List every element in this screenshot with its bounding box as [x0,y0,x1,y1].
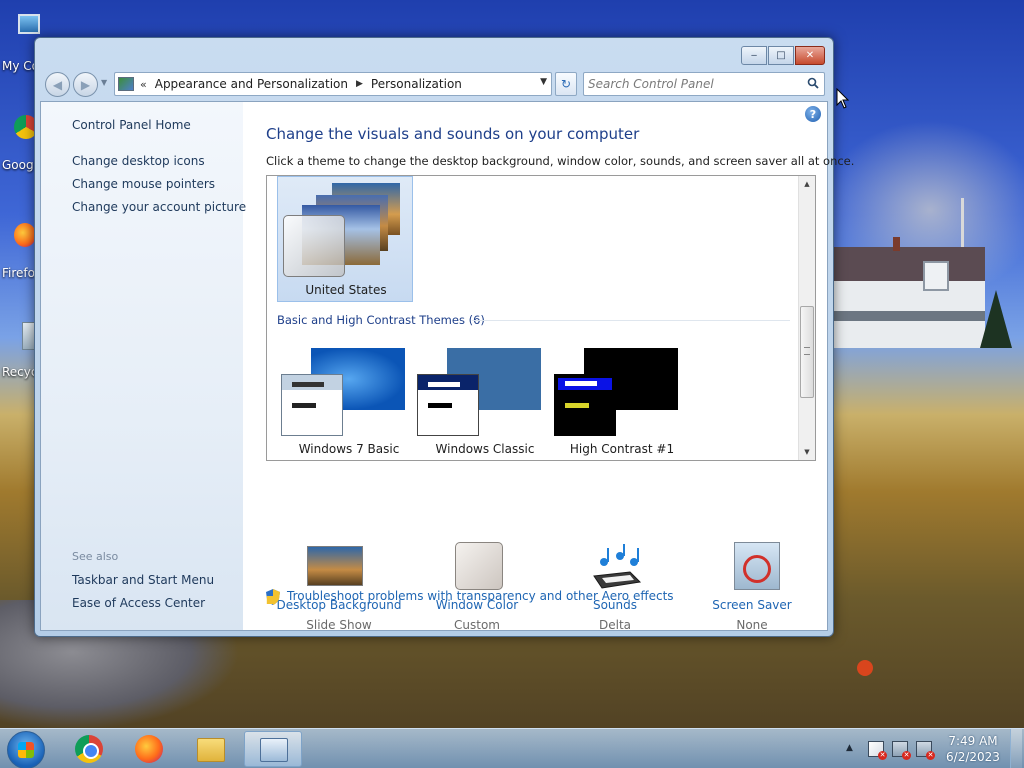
back-arrow-icon: ◀ [52,77,63,92]
sounds-icon[interactable] [590,542,644,592]
address-dropdown-icon[interactable]: ▼ [540,77,547,87]
forward-arrow-icon: ▶ [80,77,91,92]
setting-desktop-background[interactable]: Desktop Background Slide Show [269,542,409,632]
sidebar-change-account-picture[interactable]: Change your account picture [72,200,246,214]
chrome-icon [75,735,103,763]
taskbar-chrome[interactable] [60,731,118,767]
section-divider [472,320,790,321]
setting-value: Custom [454,618,500,632]
scrollbar-thumb[interactable] [800,306,814,398]
sidebar: Control Panel Home Change desktop icons … [41,102,246,630]
screen-saver-icon[interactable] [734,542,780,590]
back-button[interactable]: ◀ [45,72,70,97]
theme-windows-7-basic[interactable]: Windows 7 Basic [281,348,417,460]
window-preview-icon [554,374,616,436]
maximize-button[interactable]: □ [768,46,794,65]
personalization-window: ‒ □ ✕ ◀ ▶ ▼ « Appearance and Personaliza… [34,37,854,637]
setting-sounds[interactable]: Sounds Delta [545,542,685,632]
window-preview-icon [281,374,343,436]
glass-color-icon [283,215,345,277]
caption-buttons: ‒ □ ✕ [740,46,825,65]
sidebar-taskbar-start-menu[interactable]: Taskbar and Start Menu [72,573,214,587]
theme-windows-classic[interactable]: Windows Classic [417,348,553,460]
theme-label: High Contrast #1 [569,442,675,456]
search-icon[interactable] [807,77,819,89]
file-explorer-icon [197,738,225,762]
start-button[interactable] [7,731,45,768]
recent-pages-dropdown[interactable]: ▼ [101,78,107,87]
theme-label: Windows Classic [435,442,535,456]
theme-high-contrast-1[interactable]: High Contrast #1 [554,348,690,460]
forward-button[interactable]: ▶ [73,72,98,97]
theme-list: United States Basic and High Contrast Th… [266,175,816,461]
sidebar-change-desktop-icons[interactable]: Change desktop icons [72,154,205,168]
breadcrumb-appearance[interactable]: Appearance and Personalization [155,77,348,91]
taskbar: ▲ ✕ ✕ ✕ 7:49 AM 6/2/2023 [0,728,1024,768]
wallpaper-house [833,237,985,348]
breadcrumb-separator-icon[interactable]: ▶ [356,79,363,89]
system-tray: ▲ ✕ ✕ ✕ 7:49 AM 6/2/2023 [842,729,1022,768]
taskbar-control-panel[interactable] [244,731,302,767]
address-chevrons[interactable]: « [140,78,147,91]
show-desktop-button[interactable] [1010,729,1022,768]
control-panel-icon [118,77,134,91]
basic-themes-heading[interactable]: Basic and High Contrast Themes (6) [277,313,485,327]
theme-label: United States [305,283,387,297]
clock-time: 7:49 AM [948,734,998,748]
scroll-down-icon[interactable]: ▼ [799,444,815,460]
sidebar-ease-of-access[interactable]: Ease of Access Center [72,596,205,610]
see-also-heading: See also [72,550,119,563]
taskbar-firefox[interactable] [120,731,178,767]
theme-label: Windows 7 Basic [298,442,400,456]
search-input[interactable] [588,76,798,92]
theme-united-states[interactable]: United States [277,176,413,302]
content-area: Control Panel Home Change desktop icons … [40,101,854,632]
firefox-icon [14,223,36,247]
setting-window-color[interactable]: Window Color Custom [407,542,547,632]
taskbar-file-explorer[interactable] [182,731,240,767]
help-icon: ? [809,107,817,121]
scroll-up-icon[interactable]: ▲ [799,176,815,192]
refresh-button[interactable]: ↻ [555,72,577,96]
page-description: Click a theme to change the desktop back… [266,154,855,168]
sidebar-change-mouse-pointers[interactable]: Change mouse pointers [72,177,215,191]
wallpaper-flower [857,660,873,676]
desktop-background-icon[interactable] [307,546,363,586]
help-button[interactable]: ? [805,106,821,122]
window-color-icon[interactable] [455,542,503,590]
setting-value: None [736,618,768,632]
minimize-button[interactable]: ‒ [741,46,767,65]
address-bar[interactable]: « Appearance and Personalization ▶ Perso… [114,72,552,96]
show-hidden-icons-button[interactable]: ▲ [846,743,853,753]
setting-screen-saver[interactable]: Screen Saver None [682,542,822,632]
breadcrumb-personalization[interactable]: Personalization [371,77,462,91]
shield-icon [266,589,280,605]
setting-value: Delta [598,618,631,632]
setting-title[interactable]: Screen Saver [682,598,822,612]
network-icon[interactable]: ✕ [892,741,911,760]
troubleshoot-link[interactable]: Troubleshoot problems with transparency … [287,589,674,603]
action-center-icon[interactable]: ✕ [868,741,887,760]
setting-value: Slide Show [306,618,372,632]
clock-date: 6/2/2023 [946,750,1000,764]
close-button[interactable]: ✕ [795,46,825,65]
computer-icon [18,14,40,34]
control-panel-icon [260,738,288,762]
window-preview-icon [417,374,479,436]
sidebar-control-panel-home[interactable]: Control Panel Home [72,118,191,132]
search-box[interactable] [583,72,825,96]
refresh-icon: ↻ [560,77,572,91]
volume-muted-icon[interactable]: ✕ [916,741,935,760]
page-title: Change the visuals and sounds on your co… [266,125,640,143]
firefox-icon [135,735,163,763]
clock[interactable]: 7:49 AM 6/2/2023 [942,733,1004,765]
mouse-cursor-icon [836,88,850,109]
theme-list-scrollbar[interactable]: ▲ ▼ [798,176,815,460]
